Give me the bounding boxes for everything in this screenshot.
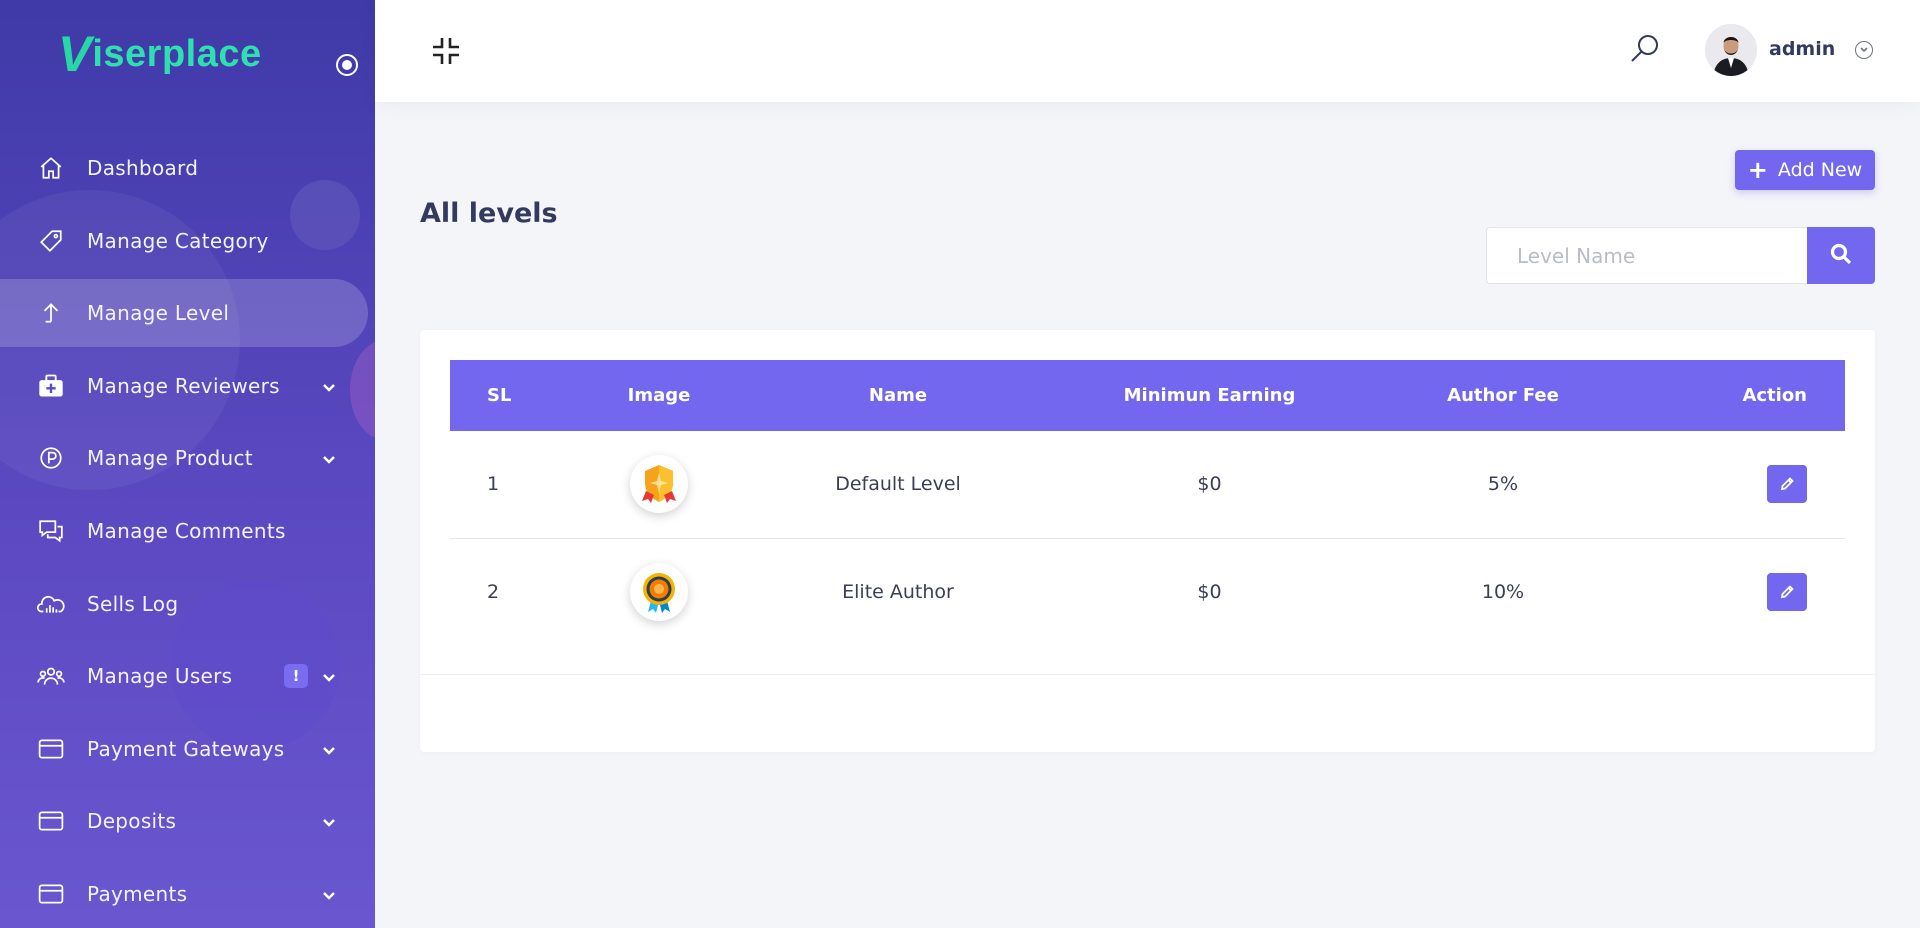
toggle-dot-icon bbox=[342, 60, 352, 70]
chevron-down-circle-icon[interactable] bbox=[1855, 41, 1873, 59]
level-name-search-input[interactable] bbox=[1486, 227, 1808, 284]
shield-badge-icon bbox=[630, 455, 688, 514]
sidebar-item-deposits[interactable]: Deposits bbox=[0, 787, 375, 855]
credit-card-icon bbox=[37, 807, 65, 835]
search-icon[interactable] bbox=[1628, 32, 1662, 70]
sidebar-item-manage-users[interactable]: Manage Users ! bbox=[0, 642, 375, 710]
cell-name: Elite Author bbox=[842, 580, 954, 603]
sidebar-item-label: Sells Log bbox=[87, 591, 179, 616]
levels-table: SL Image Name Minimun Earning Author Fee… bbox=[450, 360, 1845, 645]
arrow-up-icon bbox=[37, 299, 65, 327]
cloud-chart-icon bbox=[37, 590, 65, 618]
cell-min-earning: $0 bbox=[1053, 431, 1366, 539]
user-name[interactable]: admin bbox=[1769, 38, 1835, 60]
medkit-icon bbox=[37, 372, 65, 400]
logo-initial: V bbox=[58, 26, 92, 82]
medal-ribbon-icon bbox=[630, 562, 688, 621]
cell-image bbox=[575, 538, 743, 645]
sidebar: V iserplace Dashboard Manage Category Ma… bbox=[0, 0, 375, 928]
sidebar-menu: Dashboard Manage Category Manage Level M… bbox=[0, 134, 375, 928]
column-header-min-earning: Minimun Earning bbox=[1123, 385, 1296, 406]
top-navbar: admin bbox=[375, 0, 1920, 102]
sidebar-item-manage-reviewers[interactable]: Manage Reviewers bbox=[0, 352, 375, 420]
page-title: All levels bbox=[420, 198, 558, 229]
sidebar-item-label: Payment Gateways bbox=[87, 736, 285, 761]
chevron-down-icon bbox=[322, 813, 336, 832]
sidebar-item-manage-category[interactable]: Manage Category bbox=[0, 207, 375, 275]
credit-card-icon bbox=[37, 880, 65, 908]
sidebar-item-label: Manage Users bbox=[87, 664, 233, 689]
cell-name: Default Level bbox=[743, 431, 1053, 539]
search-submit-button[interactable] bbox=[1807, 227, 1875, 284]
chevron-down-icon bbox=[322, 886, 336, 905]
cell-sl: 1 bbox=[450, 431, 575, 539]
plus-icon: + bbox=[1747, 156, 1768, 184]
levels-card: SL Image Name Minimun Earning Author Fee… bbox=[420, 330, 1875, 752]
table-row: 1 Default Level $0 5% bbox=[450, 431, 1845, 539]
brand-logo[interactable]: V iserplace bbox=[58, 28, 262, 80]
table-header-row: SL Image Name Minimun Earning Author Fee… bbox=[450, 360, 1845, 431]
sidebar-item-manage-level[interactable]: Manage Level bbox=[0, 279, 368, 348]
cell-sl: 2 bbox=[487, 580, 500, 603]
add-new-button[interactable]: + Add New bbox=[1735, 150, 1875, 190]
column-header-author-fee: Author Fee bbox=[1447, 385, 1559, 406]
sidebar-toggle-button[interactable] bbox=[336, 54, 358, 76]
logo-text: iserplace bbox=[92, 32, 262, 75]
sidebar-item-manage-comments[interactable]: Manage Comments bbox=[0, 497, 375, 565]
sidebar-item-payment-gateways[interactable]: Payment Gateways bbox=[0, 715, 375, 783]
pencil-icon bbox=[1780, 584, 1794, 598]
sidebar-item-manage-product[interactable]: Manage Product bbox=[0, 424, 375, 492]
product-p-icon bbox=[37, 444, 65, 472]
column-header-image: Image bbox=[627, 385, 691, 406]
cell-action bbox=[1640, 431, 1845, 539]
card-divider bbox=[420, 674, 1875, 675]
sidebar-item-label: Dashboard bbox=[87, 156, 199, 180]
cell-author-fee: 5% bbox=[1366, 431, 1640, 539]
fullscreen-exit-icon[interactable] bbox=[431, 36, 461, 70]
sidebar-item-dashboard[interactable]: Dashboard bbox=[0, 134, 375, 202]
column-header-sl: SL bbox=[487, 385, 512, 406]
column-header-action: Action bbox=[1742, 385, 1807, 406]
column-header-name: Name bbox=[868, 385, 928, 406]
home-icon bbox=[37, 154, 65, 182]
cell-min-earning: $0 bbox=[1197, 580, 1222, 603]
tag-icon bbox=[37, 227, 65, 255]
table-row: 2 Elite Author $0 10% bbox=[450, 538, 1845, 645]
sidebar-item-label: Manage Product bbox=[87, 446, 253, 471]
add-new-label: Add New bbox=[1777, 159, 1863, 181]
sidebar-item-label: Deposits bbox=[87, 809, 177, 834]
chevron-down-icon bbox=[322, 450, 336, 469]
sidebar-item-sells-log[interactable]: Sells Log bbox=[0, 570, 375, 638]
sidebar-item-label: Manage Reviewers bbox=[87, 373, 280, 398]
edit-button[interactable] bbox=[1767, 465, 1807, 504]
sidebar-item-payments[interactable]: Payments bbox=[0, 860, 375, 928]
sidebar-item-label: Payments bbox=[87, 881, 188, 906]
users-icon bbox=[37, 662, 65, 690]
sidebar-item-label: Manage Category bbox=[87, 228, 269, 253]
sidebar-item-label: Manage Level bbox=[87, 301, 230, 326]
cell-image bbox=[575, 431, 743, 539]
cell-author-fee: 10% bbox=[1481, 580, 1525, 603]
chevron-down-icon bbox=[322, 668, 336, 687]
chevron-down-icon bbox=[322, 741, 336, 760]
comments-icon bbox=[37, 517, 65, 545]
credit-card-icon bbox=[37, 735, 65, 763]
search-icon bbox=[1829, 242, 1853, 269]
avatar[interactable] bbox=[1705, 24, 1757, 76]
edit-button[interactable] bbox=[1767, 572, 1807, 611]
pencil-icon bbox=[1780, 477, 1794, 491]
sidebar-item-label: Manage Comments bbox=[87, 518, 286, 543]
chevron-down-icon bbox=[322, 378, 336, 397]
cell-action bbox=[1640, 538, 1845, 645]
alert-badge: ! bbox=[284, 664, 308, 689]
